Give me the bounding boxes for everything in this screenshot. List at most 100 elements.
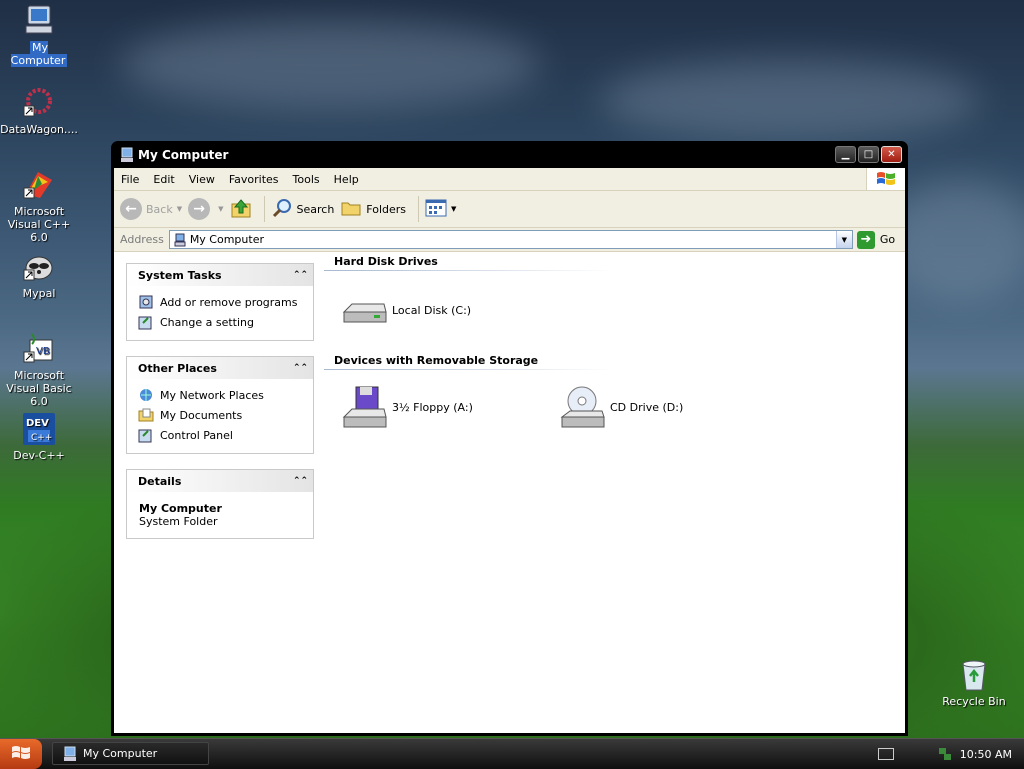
my-computer-icon <box>63 746 77 762</box>
visual-cpp-icon <box>22 168 56 202</box>
go-button[interactable]: ➜ Go <box>856 230 895 249</box>
desktop-icon-visual-basic[interactable]: VB Microsoft Visual Basic 6.0 <box>0 332 78 408</box>
section-divider <box>324 369 614 370</box>
window-icon <box>120 147 134 163</box>
address-dropdown-button[interactable]: ▼ <box>835 231 852 248</box>
forward-button[interactable]: → ▼ <box>188 198 224 220</box>
place-label: Control Panel <box>160 428 233 442</box>
views-button[interactable]: ▼ <box>425 199 456 220</box>
back-button[interactable]: ← Back ▼ <box>120 198 182 220</box>
my-documents-link[interactable]: My Documents <box>138 405 313 425</box>
taskbar-button-my-computer[interactable]: My Computer <box>52 742 209 765</box>
collapse-icon[interactable]: ⌃⌃ <box>293 474 308 488</box>
add-remove-programs-link[interactable]: Add or remove programs <box>138 292 313 312</box>
folders-label: Folders <box>366 202 407 216</box>
menu-view[interactable]: View <box>182 173 222 186</box>
clock[interactable]: 10:50 AM <box>960 748 1012 761</box>
change-setting-link[interactable]: Change a setting <box>138 312 313 332</box>
folders-button[interactable]: Folders <box>340 197 406 222</box>
other-places-header[interactable]: Other Places ⌃⌃ <box>127 357 313 379</box>
system-tasks-panel: System Tasks ⌃⌃ Add or remove programs C… <box>126 263 314 341</box>
desktop-icon-label: DataWagon.... <box>0 123 78 136</box>
svg-text:VB: VB <box>36 346 50 357</box>
place-label: My Network Places <box>160 388 264 402</box>
control-panel-link[interactable]: Control Panel <box>138 425 313 445</box>
collapse-icon[interactable]: ⌃⌃ <box>293 268 308 282</box>
menu-file[interactable]: File <box>114 173 146 186</box>
network-places-icon <box>138 387 154 403</box>
local-disk-c[interactable]: Local Disk (C:) <box>340 286 471 334</box>
address-label: Address <box>120 233 164 246</box>
recycle-bin-icon <box>957 658 991 692</box>
menu-favorites[interactable]: Favorites <box>222 173 286 186</box>
search-icon <box>271 197 293 222</box>
taskbar-button-label: My Computer <box>83 747 158 760</box>
details-header[interactable]: Details ⌃⌃ <box>127 470 313 492</box>
desktop-icon-mypal[interactable]: Mypal <box>0 250 78 300</box>
other-places-panel: Other Places ⌃⌃ My Network Places My Doc… <box>126 356 314 454</box>
collapse-icon[interactable]: ⌃⌃ <box>293 361 308 375</box>
desktop-icon-datawagon[interactable]: DataWagon.... <box>0 86 78 136</box>
network-icon[interactable] <box>938 747 952 761</box>
add-remove-programs-icon <box>138 294 154 310</box>
close-button[interactable]: ✕ <box>881 146 902 163</box>
desktop-icon-label: Recycle Bin <box>942 695 1006 708</box>
maximize-icon: □ <box>863 149 874 160</box>
svg-text:C++: C++ <box>31 433 52 443</box>
details-name: My Computer <box>139 502 222 515</box>
desktop-icon-dev-cpp[interactable]: DEV C++ Dev-C++ <box>0 412 78 462</box>
start-button[interactable] <box>0 739 42 769</box>
my-computer-window[interactable]: My Computer ▁ □ ✕ File Edit View Favorit… <box>111 141 908 736</box>
explorer-body: System Tasks ⌃⌃ Add or remove programs C… <box>114 251 905 733</box>
removable-storage-header: Devices with Removable Storage <box>334 354 539 367</box>
toolbar-separator <box>263 196 265 222</box>
window-title: My Computer <box>138 147 229 162</box>
cd-drive-d[interactable]: CD Drive (D:) <box>558 383 683 431</box>
address-value: My Computer <box>189 233 264 246</box>
minimize-button[interactable]: ▁ <box>835 146 856 163</box>
details-panel: Details ⌃⌃ My Computer System Folder <box>126 469 314 539</box>
my-network-places-link[interactable]: My Network Places <box>138 385 313 405</box>
content-area: Hard Disk Drives Local Disk (C:) Devices… <box>324 251 905 733</box>
forward-arrow-icon: → <box>188 198 211 220</box>
task-label: Change a setting <box>160 315 254 329</box>
address-bar: Address My Computer ▼ ➜ Go <box>114 228 905 252</box>
hard-disk-icon <box>340 286 388 334</box>
desktop-icon-visual-cpp[interactable]: Microsoft Visual C++ 6.0 <box>0 168 78 244</box>
maximize-button[interactable]: □ <box>858 146 879 163</box>
search-label: Search <box>296 202 335 216</box>
svg-text:DEV: DEV <box>26 418 49 429</box>
details-type: System Folder <box>139 515 218 528</box>
panel-title: System Tasks <box>138 268 222 282</box>
task-label: Add or remove programs <box>160 295 298 309</box>
back-dropdown-icon[interactable]: ▼ <box>177 205 182 213</box>
panel-title: Other Places <box>138 361 217 375</box>
forward-dropdown-icon[interactable]: ▼ <box>218 205 223 213</box>
menu-help[interactable]: Help <box>327 173 366 186</box>
control-panel-icon <box>138 314 154 330</box>
title-bar[interactable]: My Computer ▁ □ ✕ <box>114 141 905 168</box>
cd-drive-icon <box>558 383 606 431</box>
keyboard-icon[interactable] <box>877 748 894 760</box>
up-button[interactable] <box>230 197 252 222</box>
desktop-icon-recycle-bin[interactable]: Recycle Bin <box>935 658 1013 708</box>
go-arrow-icon: ➜ <box>856 230 875 249</box>
desktop-icon-label: Microsoft Visual C++ 6.0 <box>7 205 71 244</box>
search-button[interactable]: Search <box>271 197 335 222</box>
drive-label: Local Disk (C:) <box>392 303 472 317</box>
visual-basic-icon: VB <box>22 332 56 366</box>
datawagon-icon <box>22 86 56 120</box>
desktop-icon-my-computer[interactable]: My Computer <box>0 4 78 67</box>
menu-bar: File Edit View Favorites Tools Help <box>114 168 905 191</box>
desktop-icon-label: My Computer <box>10 41 68 67</box>
address-field[interactable]: My Computer ▼ <box>168 230 853 249</box>
taskbar: My Computer 10:50 AM <box>0 738 1024 769</box>
dev-cpp-icon: DEV C++ <box>22 412 56 446</box>
menu-edit[interactable]: Edit <box>146 173 181 186</box>
desktop-icon-label: Microsoft Visual Basic 6.0 <box>6 369 72 408</box>
drive-label: 3½ Floppy (A:) <box>392 400 473 414</box>
system-tasks-header[interactable]: System Tasks ⌃⌃ <box>127 264 313 286</box>
floppy-drive-a[interactable]: 3½ Floppy (A:) <box>340 383 473 431</box>
desktop-icon-label: Dev-C++ <box>13 449 65 462</box>
menu-tools[interactable]: Tools <box>286 173 327 186</box>
